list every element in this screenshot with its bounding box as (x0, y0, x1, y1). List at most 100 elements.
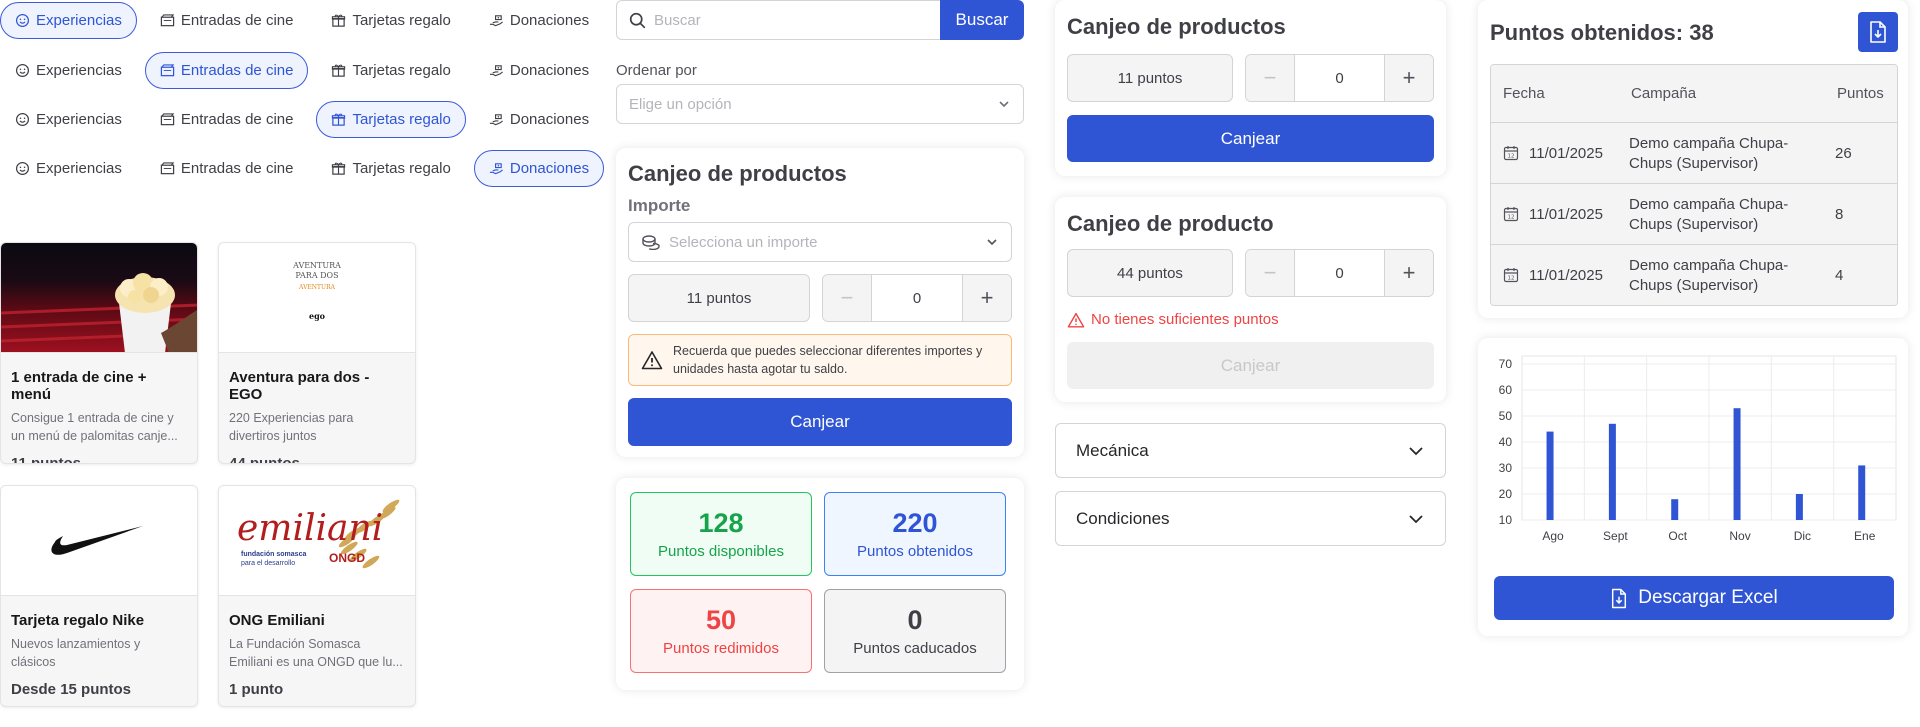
increment-button[interactable]: + (1385, 55, 1433, 101)
stat-value: 50 (705, 605, 737, 635)
logo-text: AVENTURA (299, 284, 335, 291)
increment-button[interactable]: + (963, 275, 1011, 321)
download-icon-button[interactable] (1858, 12, 1898, 52)
points-display: 11 puntos (628, 274, 810, 322)
warning-text: Recuerda que puedes seleccionar diferent… (673, 344, 983, 376)
sort-select[interactable]: Elige un opción (616, 84, 1024, 124)
smiley-icon (15, 161, 30, 176)
stat-label: Puntos redimidos (663, 640, 779, 657)
product-title: Tarjeta regalo Nike (11, 612, 145, 629)
product-card[interactable]: Tarjeta regalo Nike Nuevos lanzamientos y… (0, 485, 198, 707)
tab-donation[interactable]: Donaciones (473, 149, 605, 187)
column-header-puntos: Puntos (1837, 85, 1884, 102)
bar (1858, 465, 1866, 520)
donation-icon (489, 63, 504, 78)
tab-ticket[interactable]: Entradas de cine (144, 51, 309, 89)
product-description: Consigue 1 entrada de cine y un menú de … (11, 411, 178, 443)
logo-text: fundación somasca (241, 551, 306, 558)
coins-icon (641, 234, 661, 250)
accordion-label: Condiciones (1076, 508, 1170, 528)
tab-smiley[interactable]: Experiencias (0, 52, 137, 89)
quantity-value[interactable]: 0 (1294, 250, 1385, 296)
product-card[interactable]: emiliani fundación somasca para el desarro… (218, 485, 416, 707)
x-tick-label: Sept (1603, 529, 1628, 543)
panel-title: Canjeo de productos (628, 161, 847, 186)
tab-ticket[interactable]: Entradas de cine (145, 101, 309, 138)
panel-title: Canjeo de productos (1067, 14, 1286, 39)
stat-card: 0 Puntos caducados (824, 589, 1006, 673)
error-message: No tienes suficientes puntos (1067, 311, 1279, 328)
tab-label: Donaciones (509, 110, 590, 128)
product-card[interactable]: 1 entrada de cine + menú Consigue 1 entra… (0, 242, 198, 464)
quantity-value[interactable]: 0 (1294, 55, 1385, 101)
tab-ticket[interactable]: Entradas de cine (145, 2, 309, 39)
tab-donation[interactable]: Donaciones (474, 101, 604, 138)
tab-gift[interactable]: Tarjetas regalo (316, 52, 465, 89)
product-points: Desde 15 puntos (11, 681, 132, 698)
tab-gift[interactable]: Tarjetas regalo (316, 150, 465, 187)
donation-icon (489, 13, 504, 28)
redeem-button[interactable]: Canjear (628, 398, 1012, 446)
calendar-icon: 12 (1503, 267, 1519, 283)
decrement-button[interactable]: − (1246, 55, 1294, 101)
quantity-stepper: − 0 + (1245, 54, 1434, 102)
increment-button[interactable]: + (1385, 250, 1433, 296)
product-title: ONG Emiliani (229, 612, 325, 629)
y-tick-label: 10 (1499, 513, 1513, 527)
decrement-button[interactable]: − (1246, 250, 1294, 296)
tab-donation[interactable]: Donaciones (474, 52, 604, 89)
warning-alert: Recuerda que puedes seleccionar diferent… (628, 334, 1012, 386)
tab-donation[interactable]: Donaciones (474, 2, 604, 39)
accordion-condiciones[interactable]: Condiciones (1055, 491, 1446, 546)
bar (1546, 431, 1554, 520)
ego-aventura-logo: AVENTURA PARA DOS AVENTURA ego (219, 243, 415, 353)
stat-value: 0 (907, 605, 923, 635)
accordion-mecanica[interactable]: Mecánica (1055, 423, 1446, 478)
redeem-button-disabled[interactable]: Canjear (1067, 342, 1434, 389)
gift-icon (331, 161, 346, 176)
svg-text:12: 12 (1508, 276, 1515, 282)
earned-table: Fecha Campaña Puntos 12 11/01/2025 Demo ca… (1490, 64, 1898, 306)
tab-smiley[interactable]: Experiencias (0, 1, 137, 39)
tab-label: Experiencias (36, 159, 122, 177)
row-campaign: Demo campaña Chupa-Chups (Supervisor) (1629, 257, 1789, 294)
svg-text:12: 12 (1508, 215, 1515, 221)
tab-ticket[interactable]: Entradas de cine (145, 150, 309, 187)
search-input[interactable]: Buscar (616, 0, 942, 40)
svg-text:12: 12 (1508, 154, 1515, 160)
tab-label: Entradas de cine (180, 61, 294, 79)
tab-label: Entradas de cine (180, 11, 294, 29)
amount-select[interactable]: Selecciona un importe (628, 222, 1012, 262)
x-tick-label: Ago (1542, 529, 1564, 543)
tab-smiley[interactable]: Experiencias (0, 101, 137, 138)
tab-gift[interactable]: Tarjetas regalo (316, 2, 465, 39)
logo-text: para el desarrollo (241, 560, 295, 567)
quantity-value[interactable]: 0 (871, 275, 963, 321)
warning-icon (1067, 312, 1085, 328)
tab-label: Donaciones (509, 159, 590, 177)
ticket-icon (160, 13, 175, 28)
gift-icon (331, 112, 346, 127)
y-tick-label: 40 (1499, 435, 1513, 449)
error-text: No tienes suficientes puntos (1091, 311, 1279, 328)
tab-gift[interactable]: Tarjetas regalo (316, 100, 466, 138)
y-tick-label: 70 (1499, 357, 1513, 371)
tab-smiley[interactable]: Experiencias (0, 150, 137, 187)
search-button[interactable]: Buscar (940, 0, 1024, 40)
search-icon (629, 12, 646, 29)
product-card[interactable]: AVENTURA PARA DOS AVENTURA ego Aventura para… (218, 242, 416, 464)
download-excel-button[interactable]: Descargar Excel (1494, 576, 1894, 620)
x-tick-label: Oct (1668, 529, 1687, 543)
redeem-button[interactable]: Canjear (1067, 115, 1434, 162)
search-placeholder: Buscar (654, 11, 701, 29)
stat-value: 128 (698, 508, 744, 538)
donation-icon (489, 112, 504, 127)
points-display: 44 puntos (1067, 249, 1233, 297)
tab-row: Experiencias Entradas de cine Tarjetas reg… (0, 149, 612, 187)
table-row: 12 11/01/2025 Demo campaña Chupa-Chups (Su… (1491, 245, 1897, 305)
decrement-button[interactable]: − (823, 275, 871, 321)
stat-value: 220 (892, 508, 938, 538)
download-excel-label: Descargar Excel (1638, 587, 1778, 608)
points-summary-panel: 128 Puntos disponibles 220 Puntos obtenidos… (616, 478, 1024, 690)
quantity-stepper: − 0 + (822, 274, 1012, 322)
